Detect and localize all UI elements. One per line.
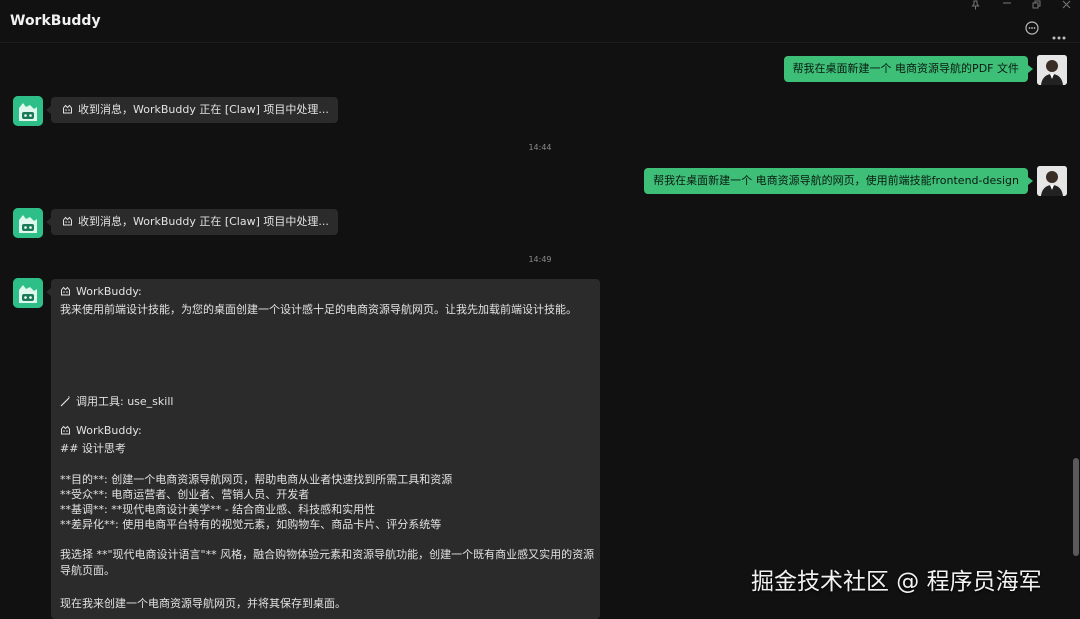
wand-icon [60, 396, 71, 410]
timestamp: 14:44 [528, 143, 552, 152]
title-bar: WorkBuddy [0, 0, 1080, 43]
robot-icon [60, 286, 71, 300]
reply-intro: 我来使用前端设计技能，为您的桌面创建一个设计感十足的电商资源导航网页。让我先加载… [60, 303, 577, 316]
design-heading: ## 设计思考 [60, 442, 126, 455]
app-title: WorkBuddy [10, 13, 101, 29]
reply-sender: WorkBuddy: [60, 285, 142, 300]
chat-scrollbar[interactable] [1073, 458, 1079, 556]
bot-reply-panel: WorkBuddy: 我来使用前端设计技能，为您的桌面创建一个设计感十足的电商资… [46, 279, 600, 619]
bot-status-text: 收到消息，WorkBuddy 正在 [Claw] 项目中处理... [78, 103, 329, 116]
design-goal: **目的**: 创建一个电商资源导航网页，帮助电商从业者快速找到所需工具和资源 [60, 473, 453, 486]
restore-icon[interactable] [1032, 0, 1042, 13]
robot-icon [60, 425, 71, 439]
tool-call: 调用工具: use_skill [60, 393, 173, 410]
bot-status-text: 收到消息，WorkBuddy 正在 [Claw] 项目中处理... [78, 215, 329, 228]
bot-status-bubble: 收到消息，WorkBuddy 正在 [Claw] 项目中处理... [46, 209, 338, 237]
pin-icon[interactable] [971, 0, 980, 13]
more-horizontal-icon[interactable] [1052, 25, 1066, 44]
workbuddy-avatar[interactable] [13, 278, 43, 308]
workbuddy-avatar[interactable] [13, 208, 43, 238]
user-message-bubble: 帮我在桌面新建一个 电商资源导航的网页，使用前端技能frontend-desig… [644, 168, 1033, 194]
design-tone: **基调**: **现代电商设计美学** - 结合商业感、科技感和实用性 [60, 503, 376, 516]
timestamp: 14:49 [528, 255, 552, 264]
final-statement: 现在我来创建一个电商资源导航网页，并将其保存到桌面。 [60, 597, 346, 610]
reply-sender: WorkBuddy: [60, 424, 142, 439]
close-icon[interactable] [1062, 0, 1072, 13]
bot-status-bubble: 收到消息，WorkBuddy 正在 [Claw] 项目中处理... [46, 97, 338, 125]
reply-sender-name: WorkBuddy: [76, 285, 142, 298]
design-choice: 我选择 **"现代电商设计语言"** 风格，融合购物体验元素和资源导航功能，创建… [60, 548, 595, 577]
design-audience: **受众**: 电商运营者、创业者、营销人员、开发者 [60, 488, 310, 501]
chat-bubble-icon[interactable] [1025, 20, 1039, 39]
robot-icon [62, 99, 73, 125]
user-avatar[interactable] [1037, 166, 1067, 196]
user-avatar[interactable] [1037, 55, 1067, 85]
watermark: 掘金技术社区 @ 程序员海军 [751, 569, 1042, 595]
workbuddy-avatar[interactable] [13, 96, 43, 126]
reply-sender-name: WorkBuddy: [76, 424, 142, 437]
tool-call-text: 调用工具: use_skill [76, 395, 174, 408]
user-message-bubble: 帮我在桌面新建一个 电商资源导航的PDF 文件 [783, 56, 1034, 82]
design-differentiation: **差异化**: 使用电商平台特有的视觉元素，如购物车、商品卡片、评分系统等 [60, 518, 442, 531]
minimize-icon[interactable] [1002, 0, 1012, 11]
robot-icon [62, 211, 73, 237]
